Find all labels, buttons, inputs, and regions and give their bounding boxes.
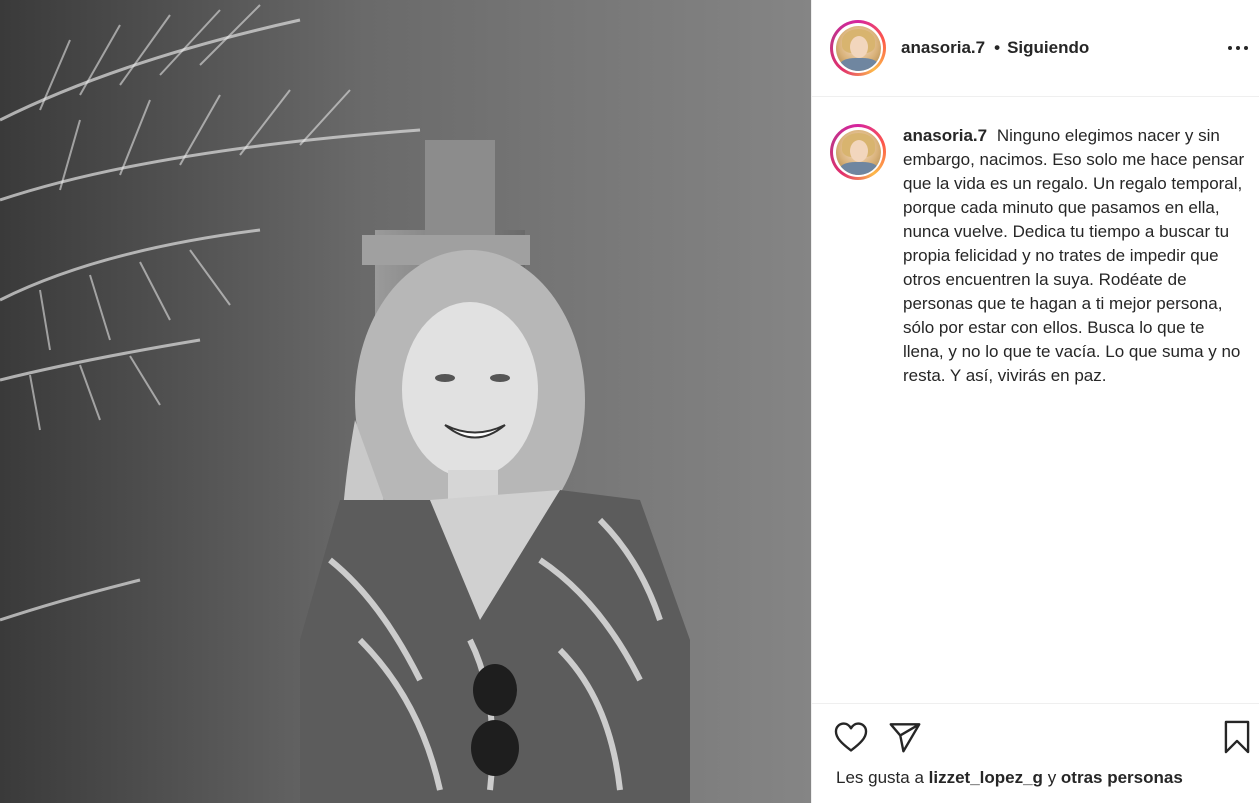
heart-icon[interactable] [832, 718, 870, 756]
more-options-icon[interactable] [1224, 36, 1252, 60]
likes-summary: Les gusta a lizzet_lopez_g y otras perso… [836, 768, 1183, 788]
post-actions: Les gusta a lizzet_lopez_g y otras perso… [812, 703, 1259, 803]
caption-text: anasoria.7 Ninguno elegimos nacer y sin … [903, 124, 1248, 388]
post-caption: anasoria.7 Ninguno elegimos nacer y sin … [830, 124, 1250, 388]
author-username-link[interactable]: anasoria.7 [901, 38, 985, 58]
paper-plane-icon[interactable] [886, 718, 924, 756]
author-avatar[interactable] [830, 20, 886, 76]
header-user-info: anasoria.7 • Siguiendo [901, 38, 1089, 58]
caption-username-link[interactable]: anasoria.7 [903, 126, 987, 145]
following-button[interactable]: Siguiendo [1007, 38, 1089, 58]
post-header: anasoria.7 • Siguiendo [812, 0, 1259, 97]
post-side-panel: anasoria.7 • Siguiendo anasoria.7 Ningun… [811, 0, 1259, 803]
bookmark-icon[interactable] [1218, 718, 1256, 756]
liked-by-username-link[interactable]: lizzet_lopez_g [929, 768, 1043, 787]
likes-prefix: Les gusta a [836, 768, 924, 787]
caption-author-avatar[interactable] [830, 124, 886, 180]
caption-body: Ninguno elegimos nacer y sin embargo, na… [903, 126, 1245, 385]
instagram-post: anasoria.7 • Siguiendo anasoria.7 Ningun… [0, 0, 1259, 803]
photo-illustration [0, 0, 811, 803]
likes-connector: y [1047, 768, 1057, 787]
others-likes-link[interactable]: otras personas [1061, 768, 1183, 787]
post-photo[interactable] [0, 0, 811, 803]
separator-dot: • [994, 38, 1001, 57]
